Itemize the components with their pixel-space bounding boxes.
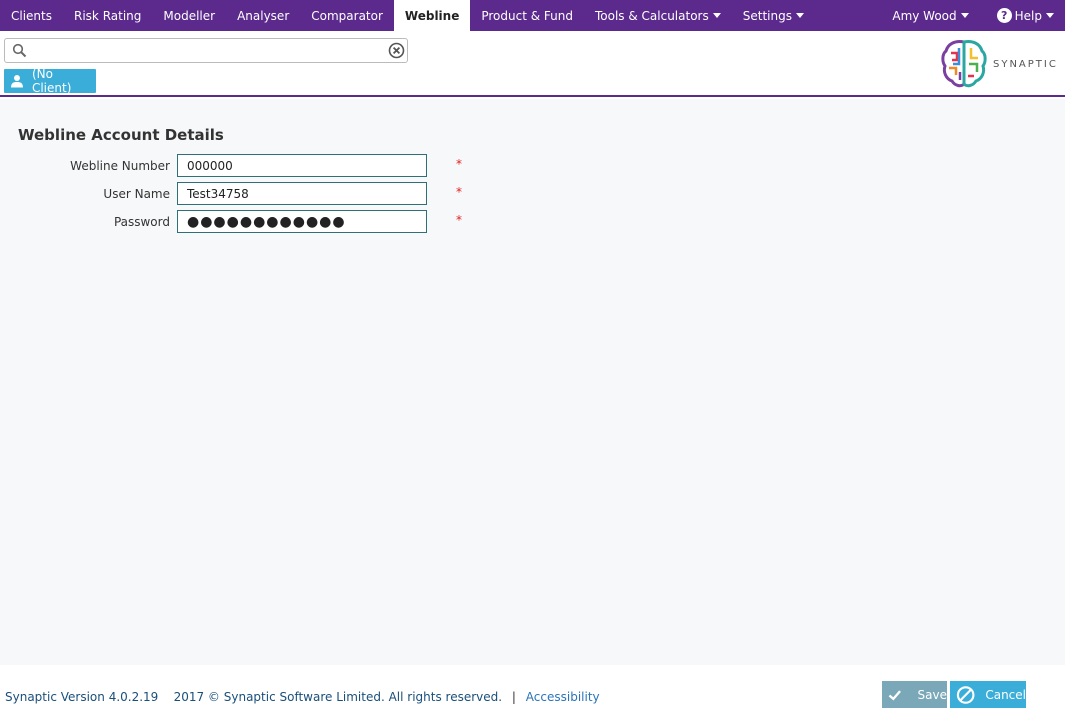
- nav-webline-label: Webline: [404, 8, 460, 23]
- save-button[interactable]: Save: [882, 681, 947, 708]
- cancel-icon: [956, 685, 975, 704]
- nav-tools-calculators[interactable]: Tools & Calculators: [584, 0, 732, 31]
- client-search-input[interactable]: [31, 41, 386, 60]
- question-icon: ?: [996, 8, 1012, 23]
- no-client-button[interactable]: (No Client): [4, 67, 96, 95]
- nav-analyser-label: Analyser: [237, 8, 290, 23]
- nav-risk-rating-label: Risk Rating: [74, 8, 142, 23]
- version-text: Synaptic Version 4.0.2.19: [5, 690, 159, 704]
- nav-product-fund[interactable]: Product & Fund: [470, 0, 584, 31]
- nav-tools-calculators-label: Tools & Calculators: [594, 8, 709, 23]
- nav-analyser[interactable]: Analyser: [226, 0, 300, 31]
- footer: Synaptic Version 4.0.2.19 2017 © Synapti…: [0, 665, 1065, 712]
- nav-risk-rating[interactable]: Risk Rating: [63, 0, 152, 31]
- required-marker: *: [456, 213, 462, 227]
- nav-webline[interactable]: Webline: [393, 0, 471, 31]
- no-client-label: (No Client): [31, 67, 72, 95]
- nav-modeller-label: Modeller: [163, 8, 216, 23]
- user-menu[interactable]: Amy Wood: [881, 0, 985, 31]
- chevron-down-icon: [960, 13, 969, 18]
- clear-icon[interactable]: [388, 42, 405, 59]
- required-marker: *: [456, 185, 462, 199]
- password-input[interactable]: [177, 210, 427, 233]
- search-box: [4, 38, 408, 63]
- save-label: Save: [917, 687, 947, 702]
- help-menu[interactable]: ? Help: [986, 0, 1065, 31]
- user-name-label: User Name: [103, 187, 170, 201]
- webline-number-label: Webline Number: [70, 159, 170, 173]
- required-marker: *: [456, 157, 462, 171]
- cancel-button[interactable]: Cancel: [950, 681, 1026, 708]
- nav-settings-label: Settings: [742, 8, 792, 23]
- nav-clients-label: Clients: [11, 8, 52, 23]
- copyright-text: 2017 © Synaptic Software Limited. All ri…: [173, 690, 503, 704]
- check-icon: [888, 689, 901, 701]
- user-icon: [10, 75, 23, 88]
- user-name: Amy Wood: [892, 8, 957, 23]
- main-content: Webline Account Details Webline Number *…: [0, 99, 1065, 665]
- nav-comparator[interactable]: Comparator: [300, 0, 394, 31]
- webline-number-input[interactable]: [177, 154, 427, 177]
- nav-modeller[interactable]: Modeller: [152, 0, 226, 31]
- chevron-down-icon: [795, 13, 804, 18]
- nav-comparator-label: Comparator: [311, 8, 383, 23]
- user-name-input[interactable]: [177, 182, 427, 205]
- user-name-row: User Name *: [0, 182, 480, 206]
- accessibility-link[interactable]: Accessibility: [526, 690, 600, 704]
- page-title: Webline Account Details: [18, 126, 224, 144]
- search-icon: [12, 43, 27, 58]
- header: (No Client) SYNAPTIC: [0, 31, 1065, 97]
- brain-logo-icon: [941, 40, 987, 88]
- help-label: Help: [1014, 8, 1042, 23]
- top-nav: Clients Risk Rating Modeller Analyser Co…: [0, 0, 1065, 31]
- nav-settings[interactable]: Settings: [732, 0, 815, 31]
- chevron-down-icon: [1046, 13, 1054, 18]
- password-label: Password: [113, 215, 170, 229]
- webline-number-row: Webline Number *: [0, 154, 480, 178]
- nav-product-fund-label: Product & Fund: [481, 8, 573, 23]
- footer-separator: |: [511, 690, 516, 704]
- cancel-label: Cancel: [985, 687, 1026, 702]
- footer-text: Synaptic Version 4.0.2.19 2017 © Synapti…: [5, 690, 600, 704]
- chevron-down-icon: [712, 13, 721, 18]
- logo-text: SYNAPTIC: [993, 58, 1058, 70]
- nav-clients[interactable]: Clients: [0, 0, 63, 31]
- synaptic-logo: SYNAPTIC: [941, 37, 1063, 91]
- password-row: Password *: [0, 210, 480, 234]
